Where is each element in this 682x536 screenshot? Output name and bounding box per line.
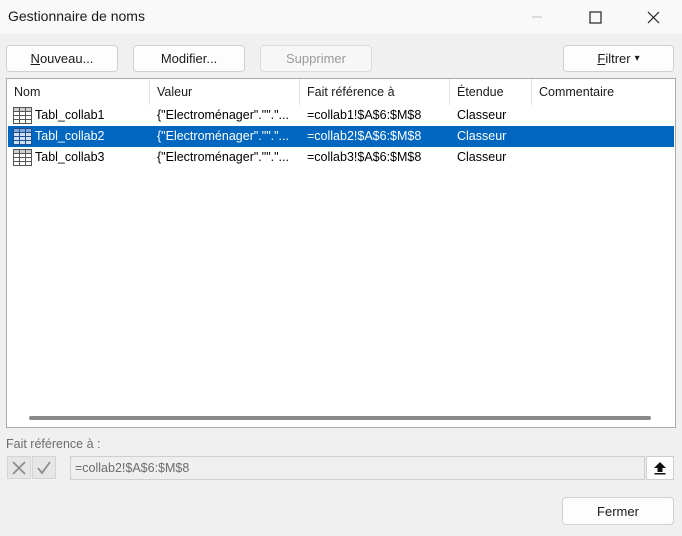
table-icon [13,149,32,166]
table-row[interactable]: Tabl_collab2 {"Electroménager".""."... =… [8,126,674,147]
row-refers-to: =collab1!$A$6:$M$8 [307,108,422,122]
delete-button-label: Supprimer [286,51,346,66]
row-name: Tabl_collab3 [35,150,105,164]
row-value: {"Electroménager".""."... [157,108,289,122]
column-header-comment[interactable]: Commentaire [532,79,675,105]
filter-button[interactable]: Filtrer ▾ [563,45,674,72]
table-row[interactable]: Tabl_collab3 {"Electroménager".""."... =… [8,147,674,168]
row-refers-to: =collab2!$A$6:$M$8 [307,129,422,143]
edit-button-label: odifier... [171,51,218,66]
close-window-button[interactable] [624,0,682,34]
row-scope: Classeur [457,108,507,122]
check-icon [37,460,51,474]
row-comment [539,147,669,168]
table-row[interactable]: Tabl_collab1 {"Electroménager".""."... =… [8,105,674,126]
row-name: Tabl_collab1 [35,108,105,122]
row-comment [539,126,669,147]
delete-button[interactable]: Supprimer [260,45,372,72]
refers-to-input[interactable]: =collab2!$A$6:$M$8 [70,456,645,480]
table-icon [13,128,32,145]
chevron-down-icon: ▾ [634,53,640,64]
column-header-scope[interactable]: Étendue [450,79,532,105]
collapse-dialog-button[interactable] [646,456,674,480]
edit-button[interactable]: Modifier... [133,45,245,72]
row-name: Tabl_collab2 [35,129,105,143]
title-bar: Gestionnaire de noms [0,0,682,34]
table-icon [13,107,32,124]
edit-button-mnemonic: M [160,51,172,66]
minimize-button[interactable] [508,0,566,34]
close-button[interactable]: Fermer [562,497,674,525]
names-list[interactable]: Nom Valeur Fait référence à Étendue Comm… [6,78,676,428]
maximize-icon [588,10,602,24]
row-value: {"Electroménager".""."... [157,129,289,143]
horizontal-scrollbar[interactable] [29,416,651,420]
row-scope: Classeur [457,129,507,143]
column-header-value[interactable]: Valeur [150,79,300,105]
cancel-edit-button[interactable] [7,456,31,479]
new-button[interactable]: Nouveau... [6,45,118,72]
row-scope: Classeur [457,150,507,164]
close-button-label: Fermer [597,503,639,519]
close-icon [647,11,659,23]
column-header-name[interactable]: Nom [7,79,150,105]
row-value: {"Electroménager".""."... [157,150,289,164]
refers-to-label: Fait référence à : [6,437,101,451]
filter-button-mnemonic: F [597,51,606,66]
filter-button-label: iltrer [605,51,631,66]
minimize-icon [532,16,542,18]
row-refers-to: =collab3!$A$6:$M$8 [307,150,422,164]
maximize-button[interactable] [566,0,624,34]
upload-arrow-icon [654,462,666,475]
new-button-label: ouveau... [39,51,94,66]
row-comment [539,105,669,126]
confirm-edit-button[interactable] [32,456,56,479]
new-button-mnemonic: N [30,51,40,66]
close-icon [12,460,26,475]
window-title: Gestionnaire de noms [8,8,145,24]
column-header-refers-to[interactable]: Fait référence à [300,79,450,105]
